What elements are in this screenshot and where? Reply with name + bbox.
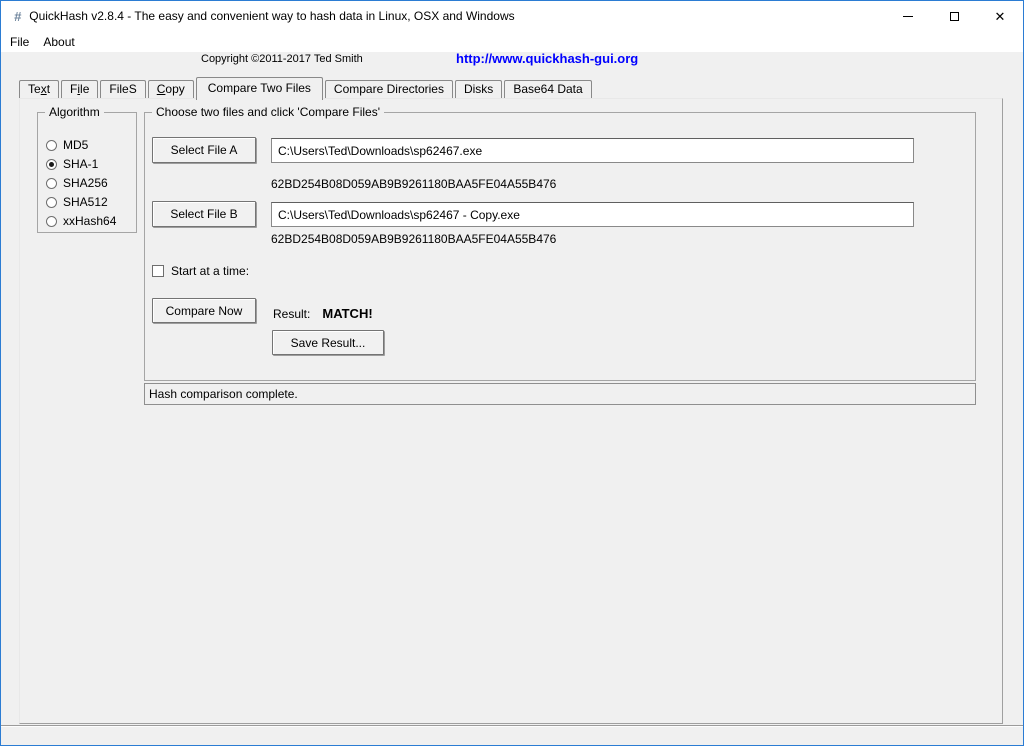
radio-sha1[interactable]: SHA-1 (46, 157, 98, 171)
website-link[interactable]: http://www.quickhash-gui.org (456, 51, 638, 66)
radio-sha1-circle (46, 159, 57, 170)
window-title: QuickHash v2.8.4 - The easy and convenie… (29, 9, 514, 23)
copyright-label: Copyright ©2011-2017 Ted Smith (201, 53, 363, 65)
tab-compare-directories[interactable]: Compare Directories (325, 80, 453, 98)
radio-sha512[interactable]: SHA512 (46, 195, 108, 209)
select-file-a-button[interactable]: Select File A (152, 137, 256, 163)
algorithm-groupbox-title: Algorithm (45, 105, 104, 119)
start-at-time-checkbox[interactable]: Start at a time: (152, 264, 249, 278)
tab-file[interactable]: File (61, 80, 98, 98)
status-message-box: Hash comparison complete. (144, 383, 976, 405)
result-row: Result: MATCH! (273, 306, 373, 321)
compare-now-button[interactable]: Compare Now (152, 298, 256, 323)
app-window: # QuickHash v2.8.4 - The easy and conven… (0, 0, 1024, 746)
checkbox-box (152, 265, 164, 277)
file-a-hash: 62BD254B08D059AB9B9261180BAA5FE04A55B476 (271, 177, 556, 191)
tab-disks[interactable]: Disks (455, 80, 502, 98)
maximize-icon (950, 12, 959, 21)
close-button[interactable]: ✕ (977, 1, 1023, 31)
maximize-button[interactable] (931, 1, 977, 31)
algorithm-groupbox: Algorithm MD5 SHA-1 SHA256 SHA512 xxHash… (37, 112, 137, 233)
select-file-b-button[interactable]: Select File B (152, 201, 256, 227)
result-label: Result: (273, 307, 310, 321)
window-controls: ✕ (885, 1, 1023, 31)
tab-text[interactable]: Text (19, 80, 59, 98)
close-icon: ✕ (995, 10, 1006, 23)
file-a-path-input[interactable] (271, 138, 914, 163)
menu-about[interactable]: About (36, 33, 81, 51)
tab-files[interactable]: FileS (100, 80, 145, 98)
compare-groupbox-title: Choose two files and click 'Compare File… (152, 105, 384, 119)
radio-sha512-circle (46, 197, 57, 208)
status-bar (1, 725, 1023, 745)
result-value: MATCH! (322, 306, 372, 321)
menu-file[interactable]: File (3, 33, 36, 51)
tab-copy[interactable]: Copy (148, 80, 194, 98)
radio-xxhash64-circle (46, 216, 57, 227)
minimize-button[interactable] (885, 1, 931, 31)
radio-selected-dot (49, 162, 54, 167)
app-icon: # (14, 9, 21, 24)
radio-md5[interactable]: MD5 (46, 138, 88, 152)
start-at-time-label: Start at a time: (171, 264, 249, 278)
file-b-hash: 62BD254B08D059AB9B9261180BAA5FE04A55B476 (271, 232, 556, 246)
title-bar: # QuickHash v2.8.4 - The easy and conven… (1, 1, 1023, 31)
minimize-icon (903, 16, 913, 17)
radio-md5-circle (46, 140, 57, 151)
radio-xxhash64[interactable]: xxHash64 (46, 214, 116, 228)
radio-sha256-circle (46, 178, 57, 189)
radio-sha256[interactable]: SHA256 (46, 176, 108, 190)
tab-strip: Text File FileS Copy Compare Two Files C… (19, 77, 594, 100)
save-result-button[interactable]: Save Result... (272, 330, 384, 355)
tab-compare-two-files[interactable]: Compare Two Files (196, 77, 323, 100)
file-b-path-input[interactable] (271, 202, 914, 227)
menu-bar: File About (1, 31, 1023, 52)
tab-base64-data[interactable]: Base64 Data (504, 80, 591, 98)
